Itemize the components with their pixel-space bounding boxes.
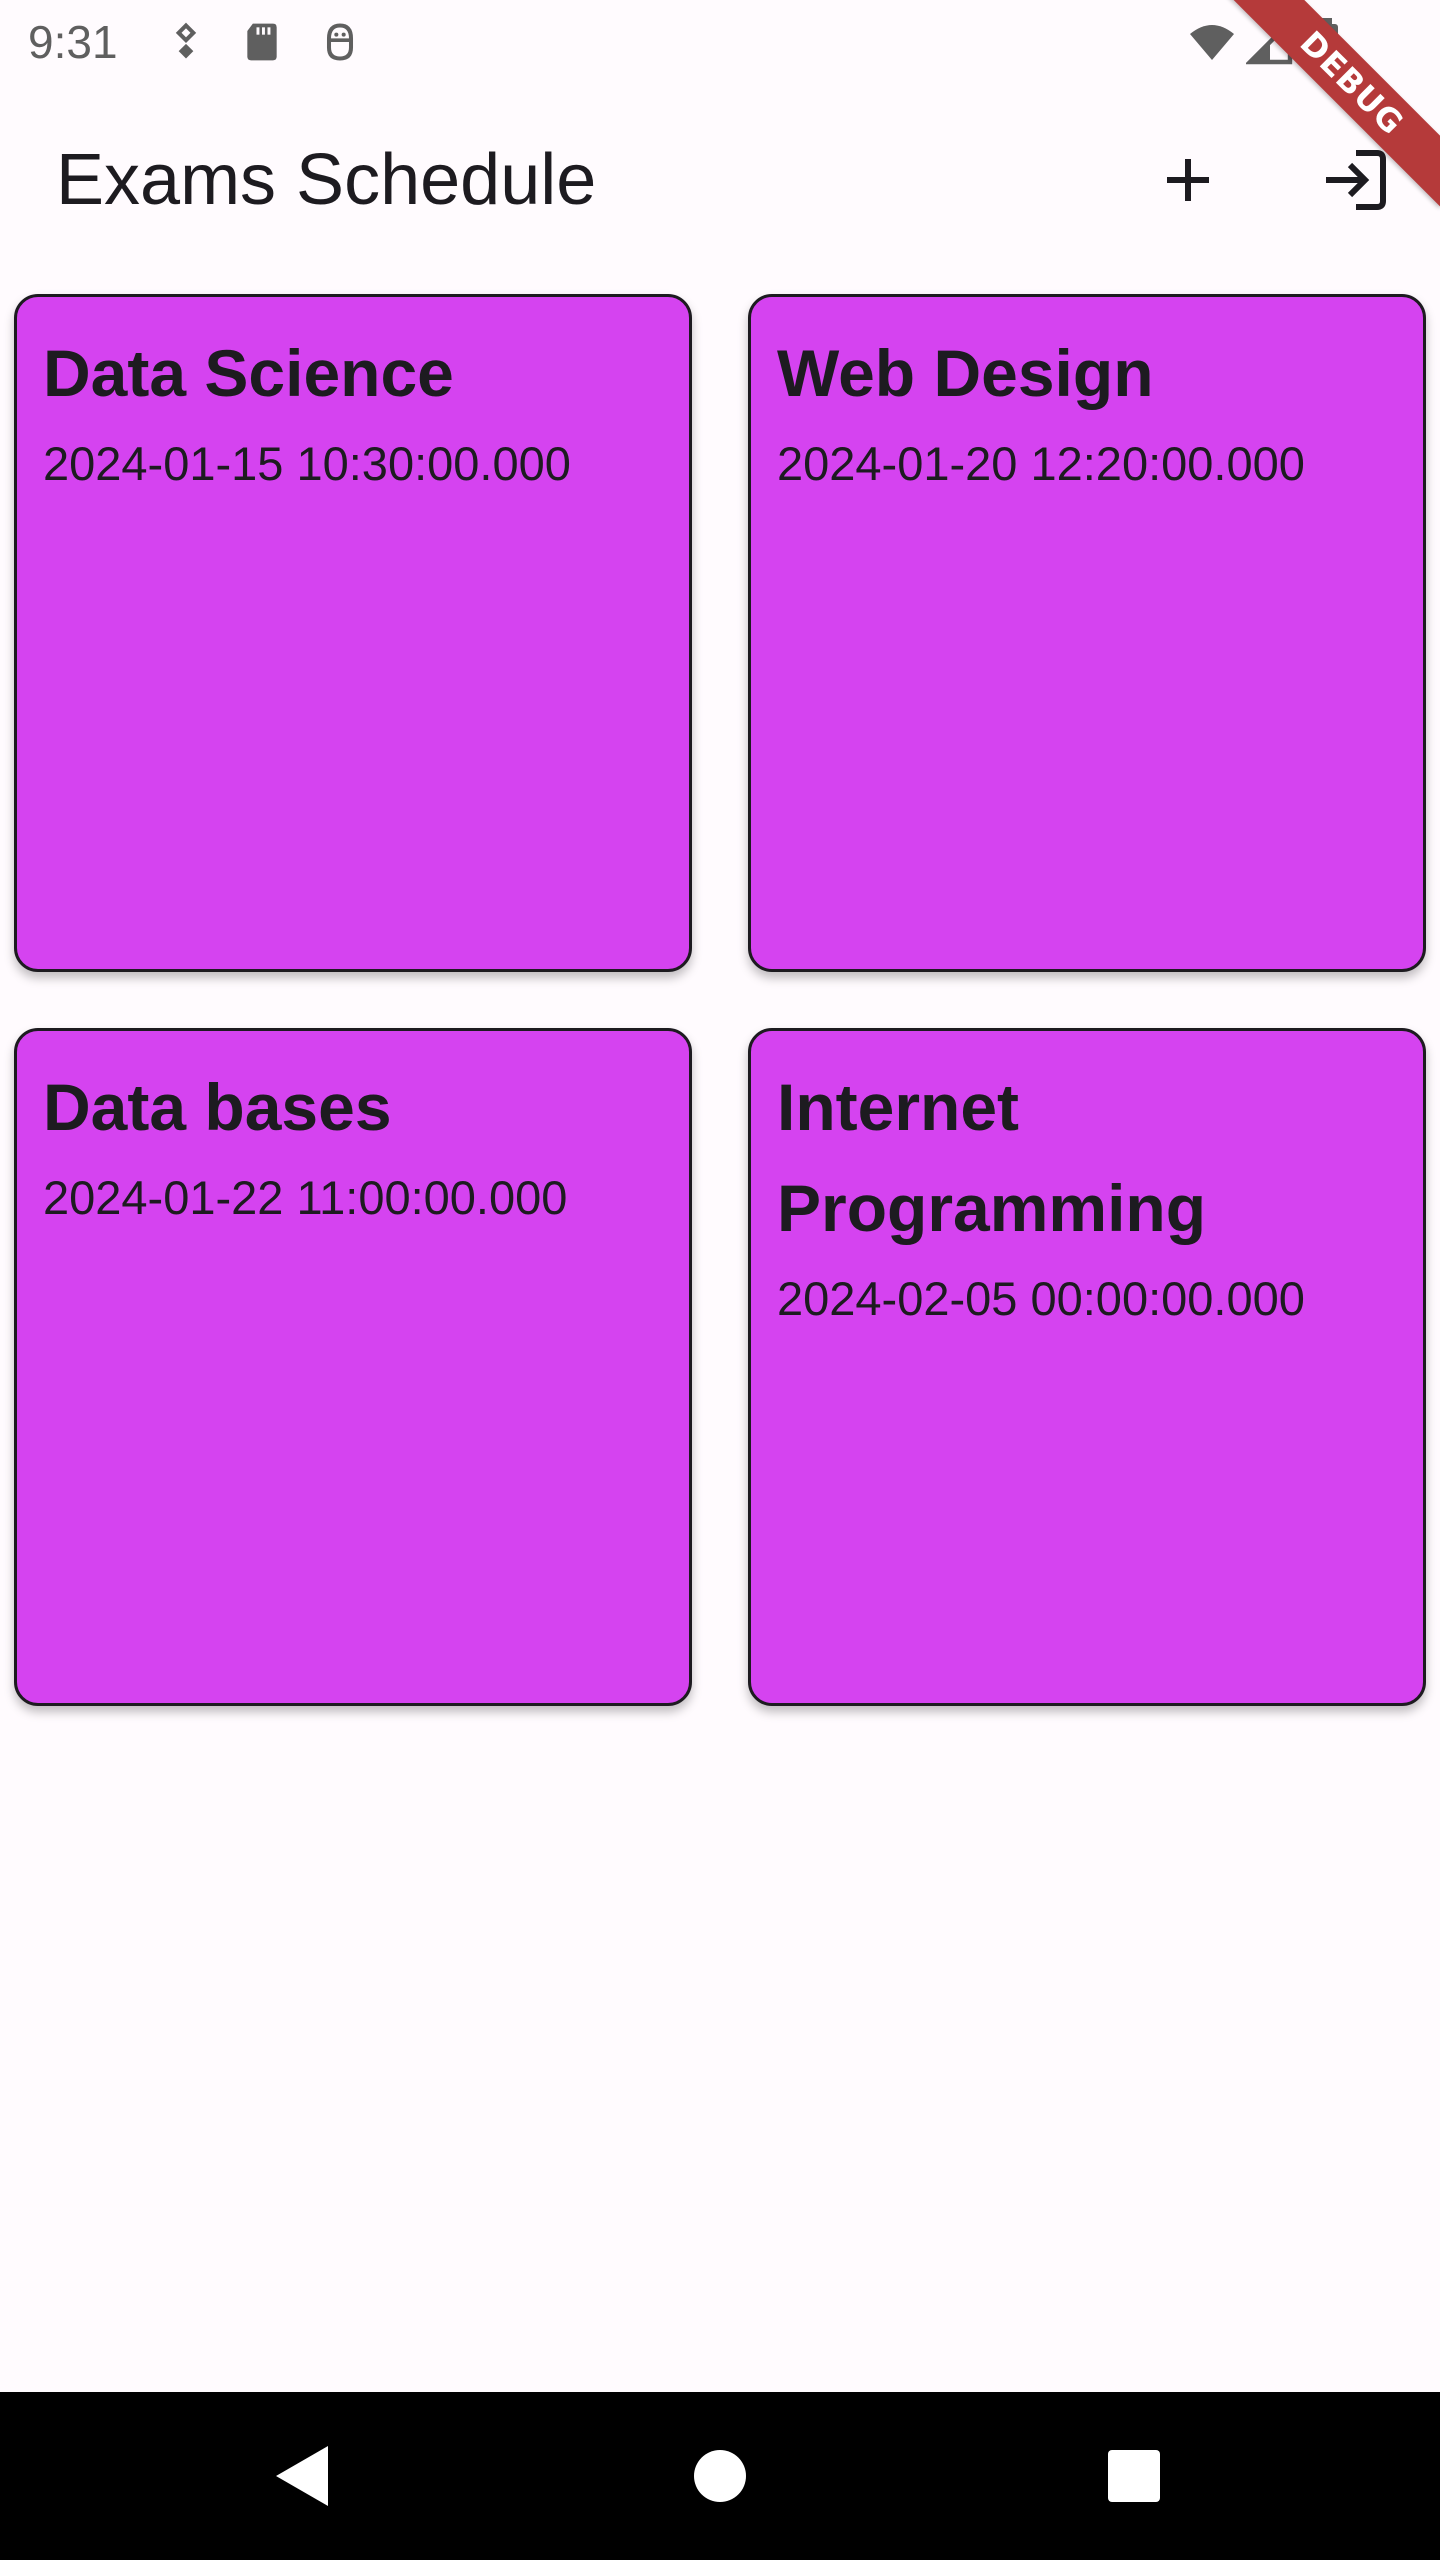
exam-card[interactable]: Internet Programming 2024-02-05 00:00:00… bbox=[748, 1028, 1426, 1706]
exam-card[interactable]: Web Design 2024-01-20 12:20:00.000 bbox=[748, 294, 1426, 972]
plus-icon bbox=[1152, 144, 1224, 216]
status-bar: 9:31 DEBUG bbox=[0, 0, 1440, 207]
recents-icon bbox=[1106, 2448, 1162, 2504]
exam-title: Data Science bbox=[43, 336, 454, 410]
system-navigation-bar bbox=[0, 2392, 1440, 2560]
recents-button[interactable] bbox=[1084, 2426, 1184, 2526]
android-debug-icon bbox=[318, 18, 362, 66]
exam-title: Internet Programming bbox=[777, 1070, 1207, 1245]
home-icon bbox=[692, 2448, 748, 2504]
page-title: Exams Schedule bbox=[56, 140, 597, 220]
back-button[interactable] bbox=[252, 2426, 352, 2526]
exam-datetime: 2024-01-15 10:30:00.000 bbox=[43, 437, 571, 490]
login-icon bbox=[1320, 144, 1392, 216]
exam-grid: Data Science 2024-01-15 10:30:00.000 Web… bbox=[14, 294, 1426, 1706]
exam-card[interactable]: Data bases 2024-01-22 11:00:00.000 bbox=[14, 1028, 692, 1706]
exam-datetime: 2024-01-22 11:00:00.000 bbox=[43, 1171, 568, 1224]
cellular-signal-icon bbox=[1246, 18, 1294, 66]
exam-title: Web Design bbox=[777, 336, 1154, 410]
exam-title: Data bases bbox=[43, 1070, 392, 1144]
wifi-icon bbox=[1184, 18, 1240, 66]
login-button[interactable] bbox=[1304, 128, 1408, 232]
battery-icon bbox=[1308, 18, 1344, 66]
exam-card[interactable]: Data Science 2024-01-15 10:30:00.000 bbox=[14, 294, 692, 972]
status-time: 9:31 bbox=[28, 16, 118, 68]
exam-datetime: 2024-02-05 00:00:00.000 bbox=[777, 1272, 1305, 1325]
back-icon bbox=[272, 2444, 332, 2508]
add-exam-button[interactable] bbox=[1136, 128, 1240, 232]
exam-datetime: 2024-01-20 12:20:00.000 bbox=[777, 437, 1305, 490]
location-pin-icon bbox=[164, 18, 208, 66]
home-button[interactable] bbox=[670, 2426, 770, 2526]
app-bar: Exams Schedule bbox=[0, 84, 1440, 280]
sd-card-icon bbox=[240, 18, 284, 66]
